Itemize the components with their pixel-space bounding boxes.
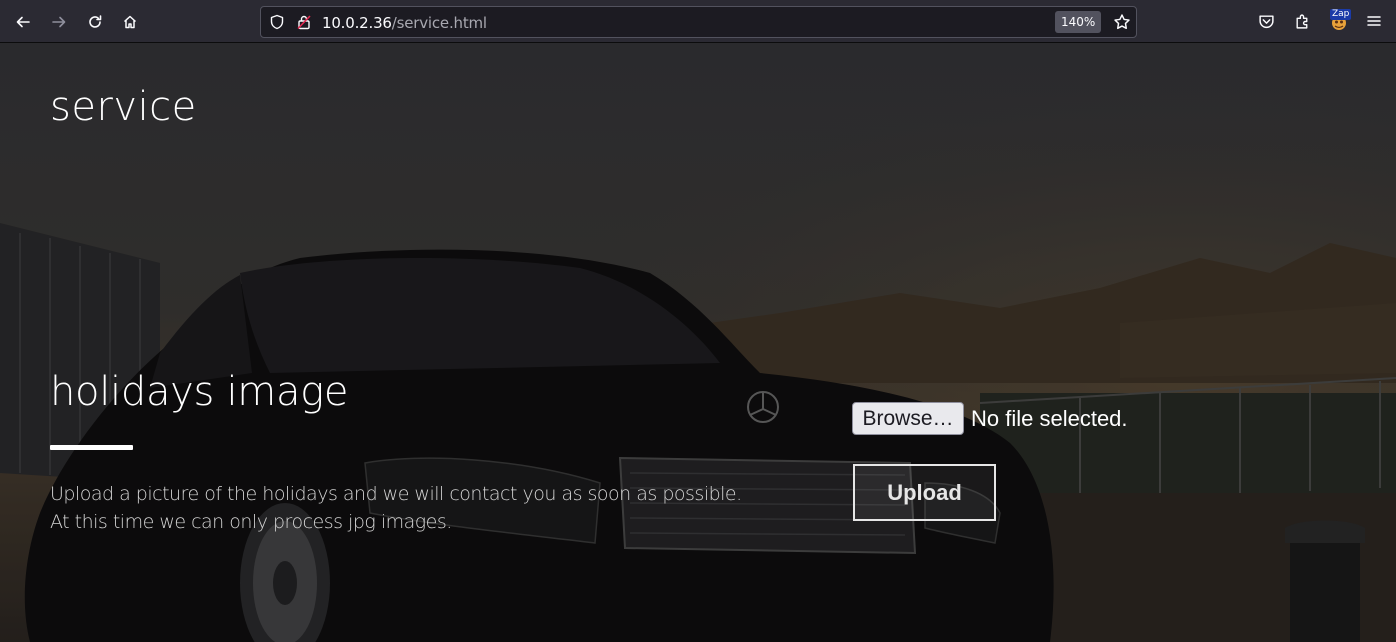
back-icon	[16, 16, 30, 28]
pocket-button[interactable]	[1254, 9, 1278, 33]
forward-icon	[52, 16, 66, 28]
shield-icon[interactable]	[269, 14, 285, 30]
zoom-level-badge[interactable]: 140%	[1055, 11, 1102, 33]
url-path: /service.html	[391, 14, 487, 32]
background-car-photo	[0, 43, 1396, 642]
pocket-icon	[1258, 14, 1274, 28]
insecure-lock-icon[interactable]	[296, 14, 312, 30]
browser-toolbar: 10.0.2.36/service.html 140% Zap	[0, 0, 1396, 43]
url-bar[interactable]: 10.0.2.36/service.html 140%	[260, 6, 1137, 38]
web-page: service holidays image Upload a picture …	[0, 43, 1396, 642]
browse-file-button[interactable]: Browse…	[852, 402, 964, 435]
home-icon	[123, 15, 137, 29]
extensions-icon	[1295, 14, 1307, 29]
description-line-1: Upload a picture of the holidays and we …	[50, 483, 742, 505]
upload-button[interactable]: Upload	[853, 464, 996, 521]
forward-button[interactable]	[43, 6, 75, 38]
reload-button[interactable]	[79, 6, 111, 38]
extensions-button[interactable]	[1290, 9, 1314, 33]
back-button[interactable]	[7, 6, 39, 38]
zap-label-badge: Zap	[1330, 9, 1352, 20]
section-heading: holidays image	[50, 369, 349, 415]
file-status-text: No file selected.	[971, 406, 1128, 431]
page-title: service	[50, 84, 197, 130]
bookmark-star-icon[interactable]	[1113, 13, 1131, 31]
heading-underline	[50, 445, 133, 450]
home-button[interactable]	[114, 6, 146, 38]
menu-icon	[1367, 16, 1381, 26]
menu-button[interactable]	[1362, 9, 1386, 33]
section-description: Upload a picture of the holidays and we …	[50, 480, 742, 536]
reload-icon	[89, 15, 102, 28]
url-text[interactable]: 10.0.2.36/service.html	[322, 14, 487, 32]
description-line-2: At this time we can only process jpg ima…	[50, 511, 452, 533]
url-host: 10.0.2.36	[322, 14, 392, 32]
